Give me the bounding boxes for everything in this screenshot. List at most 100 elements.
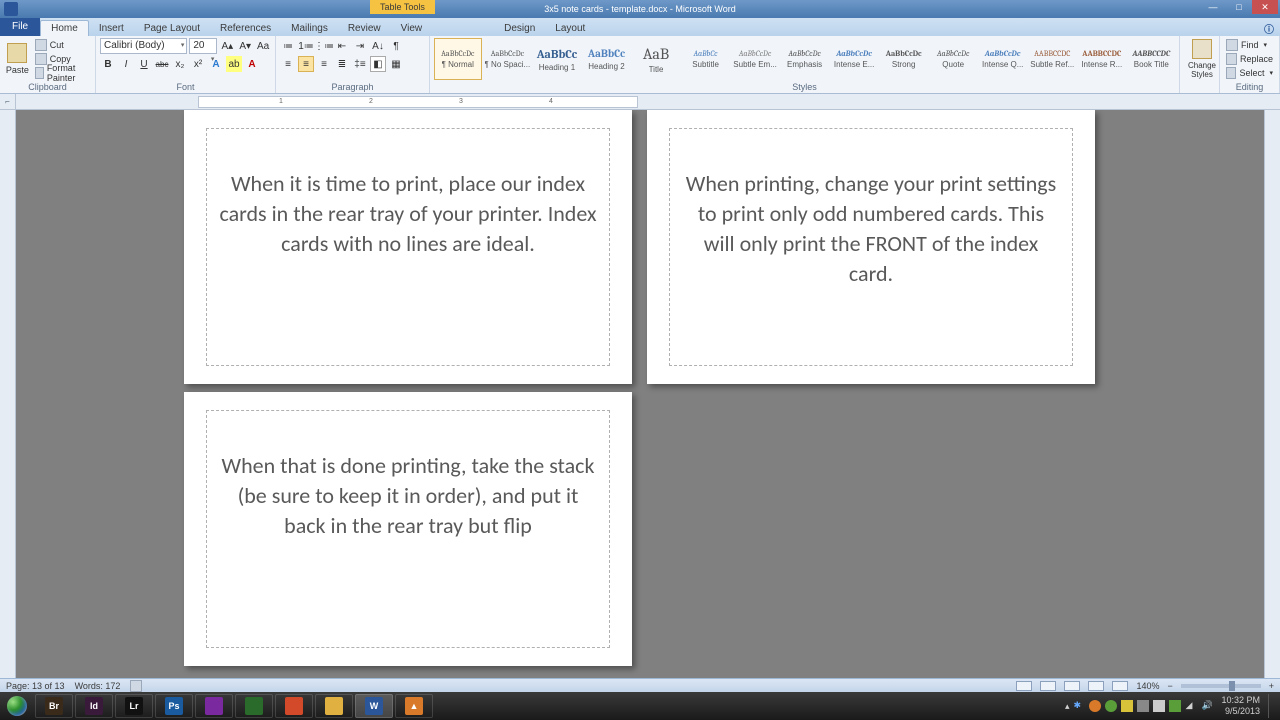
tray-icon[interactable] — [1105, 700, 1117, 712]
highlight-button[interactable]: ab — [226, 56, 242, 72]
taskbar-app[interactable] — [195, 694, 233, 718]
increase-indent-button[interactable]: ⇥ — [352, 38, 368, 54]
style--no-spaci-[interactable]: AaBbCcDc¶ No Spaci... — [484, 38, 532, 80]
tab-references[interactable]: References — [210, 21, 281, 36]
ruler-corner[interactable]: ⌐ — [0, 94, 16, 109]
taskbar-app[interactable] — [315, 694, 353, 718]
strikethrough-button[interactable]: abc — [154, 56, 170, 72]
tray-wifi-icon[interactable]: ◢ — [1185, 700, 1197, 712]
line-spacing-button[interactable]: ‡≡ — [352, 56, 368, 72]
change-case-button[interactable]: Aa — [255, 38, 271, 54]
index-card[interactable]: When that is done printing, take the sta… — [184, 392, 632, 666]
cut-button[interactable]: Cut — [33, 39, 91, 52]
numbering-button[interactable]: 1≔ — [298, 38, 314, 54]
tray-battery-icon[interactable] — [1169, 700, 1181, 712]
shading-button[interactable]: ◧ — [370, 56, 386, 72]
document-area[interactable]: When it is time to print, place our inde… — [16, 110, 1264, 678]
bold-button[interactable]: B — [100, 56, 116, 72]
align-center-button[interactable]: ≡ — [298, 56, 314, 72]
style-subtle-ref-[interactable]: AABBCCDCSubtle Ref... — [1029, 38, 1077, 80]
tray-show-hidden-icon[interactable]: ▴ — [1065, 701, 1070, 712]
style-heading-2[interactable]: AaBbCcHeading 2 — [583, 38, 631, 80]
style-heading-1[interactable]: AaBbCcHeading 1 — [533, 38, 581, 80]
tray-icon[interactable] — [1121, 700, 1133, 712]
view-outline[interactable] — [1088, 681, 1104, 691]
style-book-title[interactable]: AABBCCDCBook Title — [1128, 38, 1175, 80]
tab-layout[interactable]: Layout — [545, 21, 595, 36]
style-intense-e-[interactable]: AaBbCcDcIntense E... — [830, 38, 878, 80]
maximize-button[interactable]: □ — [1226, 0, 1252, 14]
view-full-screen[interactable] — [1040, 681, 1056, 691]
tray-bluetooth-icon[interactable]: ✱ — [1073, 700, 1085, 712]
replace-button[interactable]: Replace — [1224, 52, 1275, 65]
justify-button[interactable]: ≣ — [334, 56, 350, 72]
taskbar-app[interactable]: Id — [75, 694, 113, 718]
style--normal[interactable]: AaBbCcDc¶ Normal — [434, 38, 482, 80]
tab-design[interactable]: Design — [494, 21, 545, 36]
start-button[interactable] — [0, 692, 34, 720]
bullets-button[interactable]: ≔ — [280, 38, 296, 54]
index-card[interactable]: When printing, change your print setting… — [647, 110, 1095, 384]
underline-button[interactable]: U — [136, 56, 152, 72]
tab-view[interactable]: View — [391, 21, 433, 36]
select-button[interactable]: Select▾ — [1224, 66, 1275, 79]
change-styles-button[interactable]: Change Styles — [1184, 38, 1220, 80]
zoom-in-button[interactable]: + — [1269, 681, 1274, 691]
taskbar-clock[interactable]: 10:32 PM 9/5/2013 — [1217, 695, 1264, 717]
card-text[interactable]: When it is time to print, place our inde… — [219, 169, 597, 259]
tray-icon[interactable] — [1137, 700, 1149, 712]
close-button[interactable]: ✕ — [1252, 0, 1278, 14]
page-indicator[interactable]: Page: 13 of 13 — [6, 681, 65, 691]
taskbar-app[interactable]: Lr — [115, 694, 153, 718]
zoom-level[interactable]: 140% — [1136, 681, 1159, 691]
taskbar-app[interactable] — [275, 694, 313, 718]
style-quote[interactable]: AaBbCcDcQuote — [929, 38, 977, 80]
view-draft[interactable] — [1112, 681, 1128, 691]
borders-button[interactable]: ▦ — [388, 56, 404, 72]
file-tab[interactable]: File — [0, 18, 40, 36]
align-left-button[interactable]: ≡ — [280, 56, 296, 72]
style-strong[interactable]: AaBbCcDcStrong — [880, 38, 928, 80]
view-print-layout[interactable] — [1016, 681, 1032, 691]
index-card[interactable]: When it is time to print, place our inde… — [184, 110, 632, 384]
font-color-button[interactable]: A — [244, 56, 260, 72]
align-right-button[interactable]: ≡ — [316, 56, 332, 72]
style-subtitle[interactable]: AaBbCcSubtitle — [682, 38, 730, 80]
vertical-ruler[interactable] — [0, 110, 16, 678]
horizontal-ruler[interactable]: 1 2 3 4 — [198, 96, 638, 108]
taskbar-app[interactable]: Ps — [155, 694, 193, 718]
tray-icon[interactable] — [1089, 700, 1101, 712]
proofing-icon[interactable] — [130, 680, 142, 692]
taskbar-app[interactable]: ▲ — [395, 694, 433, 718]
font-size-select[interactable]: 20 — [189, 38, 217, 54]
format-painter-button[interactable]: Format Painter — [33, 67, 91, 80]
style-intense-q-[interactable]: AaBbCcDcIntense Q... — [979, 38, 1027, 80]
subscript-button[interactable]: x₂ — [172, 56, 188, 72]
taskbar-app[interactable] — [235, 694, 273, 718]
vertical-scrollbar[interactable] — [1264, 110, 1280, 678]
tab-home[interactable]: Home — [40, 20, 89, 36]
paste-button[interactable]: Paste — [4, 38, 31, 80]
view-web-layout[interactable] — [1064, 681, 1080, 691]
taskbar-app[interactable]: W — [355, 694, 393, 718]
show-desktop-button[interactable] — [1268, 694, 1276, 718]
find-button[interactable]: Find▾ — [1224, 38, 1275, 51]
italic-button[interactable]: I — [118, 56, 134, 72]
superscript-button[interactable]: x² — [190, 56, 206, 72]
decrease-indent-button[interactable]: ⇤ — [334, 38, 350, 54]
style-subtle-em-[interactable]: AaBbCcDcSubtle Em... — [731, 38, 779, 80]
tab-insert[interactable]: Insert — [89, 21, 134, 36]
card-text[interactable]: When printing, change your print setting… — [682, 169, 1060, 289]
tab-review[interactable]: Review — [338, 21, 391, 36]
tray-network-icon[interactable] — [1153, 700, 1165, 712]
tab-mailings[interactable]: Mailings — [281, 21, 338, 36]
style-title[interactable]: AaBTitle — [632, 38, 680, 80]
zoom-out-button[interactable]: − — [1167, 681, 1172, 691]
sort-button[interactable]: A↓ — [370, 38, 386, 54]
tab-page-layout[interactable]: Page Layout — [134, 21, 210, 36]
style-emphasis[interactable]: AaBbCcDcEmphasis — [781, 38, 829, 80]
tray-volume-icon[interactable]: 🔊 — [1201, 700, 1213, 712]
style-intense-r-[interactable]: AABBCCDCIntense R... — [1078, 38, 1126, 80]
font-family-select[interactable]: Calibri (Body) — [100, 38, 187, 54]
minimize-button[interactable]: — — [1200, 0, 1226, 14]
